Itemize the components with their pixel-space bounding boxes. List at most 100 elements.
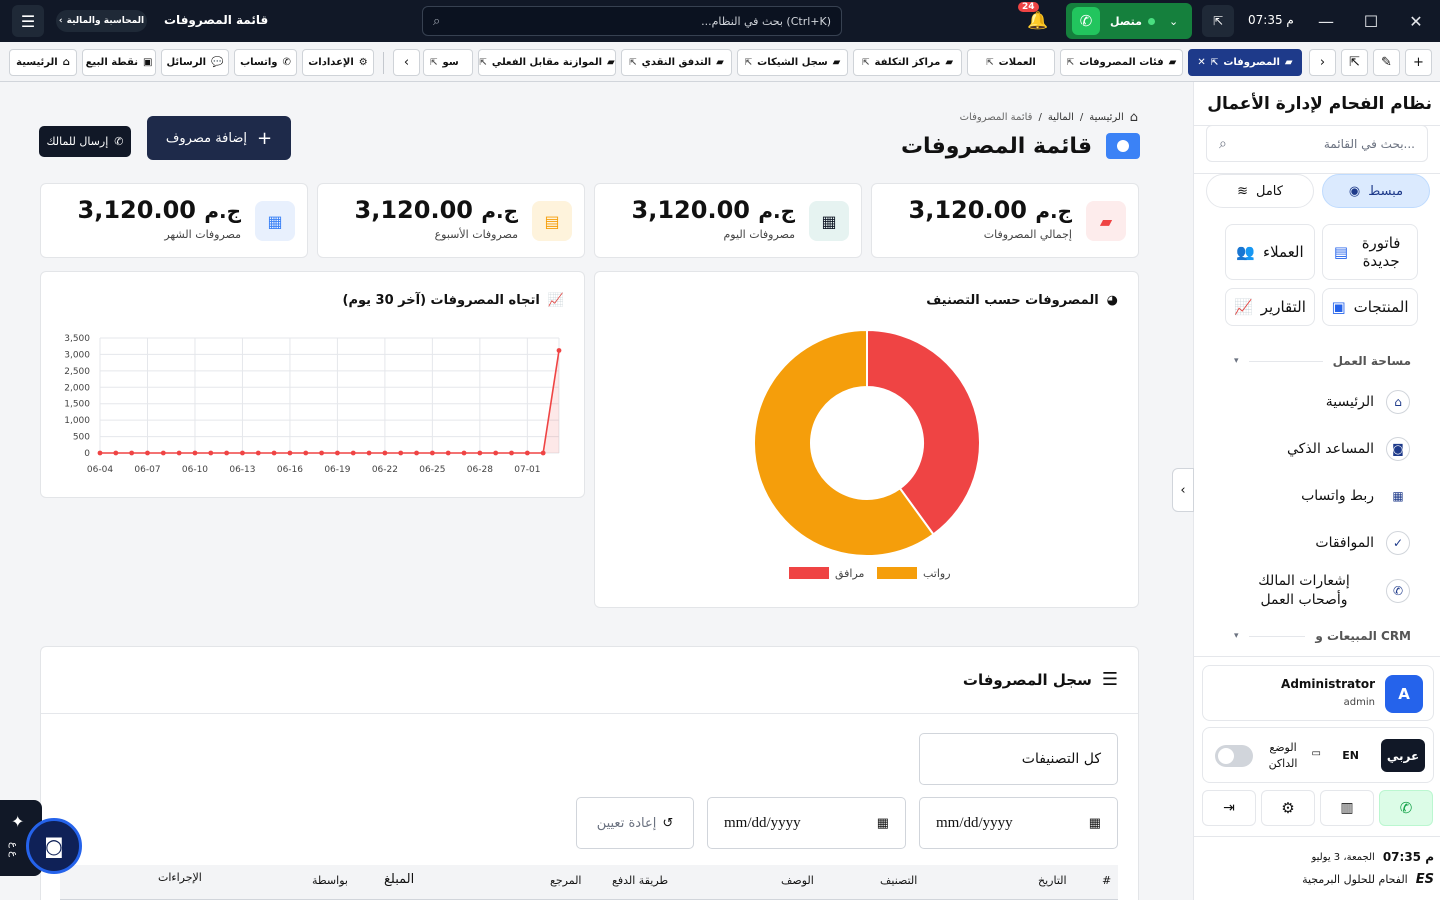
logout-button[interactable]: ⇥ (1202, 790, 1256, 826)
divider (383, 52, 384, 74)
popout-button[interactable]: ⇱ (1341, 49, 1368, 76)
section-pill[interactable]: ‹ المحاسبة والمالية (56, 10, 147, 32)
wallet-icon: ▰ (945, 57, 954, 68)
x-tick-label: 06-28 (467, 465, 493, 475)
legend-swatch (789, 567, 829, 579)
avatar: A (1385, 675, 1423, 713)
tabs-scroll-right[interactable]: › (1309, 49, 1336, 76)
tab-cash-flow[interactable]: ⇱ التدفق النقدي ▰ (621, 49, 732, 76)
brush-button[interactable]: ✎ (1373, 49, 1400, 76)
data-point (287, 450, 293, 456)
sidebar-item-approvals[interactable]: الموافقات ✓ (1315, 531, 1410, 555)
quick-customers[interactable]: 👥 العملاء (1225, 224, 1315, 280)
mode-full-button[interactable]: ≋ كامل (1206, 174, 1314, 208)
sidebar-item-home[interactable]: الرئيسية ⌂ (1326, 390, 1410, 414)
whatsapp-status[interactable]: ✆ متصل ⌄ (1066, 3, 1192, 39)
shortcut-messages[interactable]: الرسائل 💬 (161, 49, 229, 76)
y-tick-label: 2,000 (64, 383, 90, 393)
shortcut-home[interactable]: الرئيسية ⌂ (9, 49, 77, 76)
home-icon: ⌂ (1386, 390, 1410, 414)
category-filter-value: كل التصنيفات (1021, 751, 1101, 767)
column-header: الوصف (781, 874, 814, 887)
breadcrumb-home[interactable]: الرئيسية (1089, 112, 1123, 123)
tab-label: سو (442, 57, 459, 68)
dark-mode-toggle[interactable] (1215, 745, 1253, 767)
chart-icon: 📈 (1234, 298, 1253, 316)
tabs-scroll-left[interactable]: ‹ (393, 49, 420, 76)
stat-value: 3,120.00 ج.م (909, 196, 1072, 224)
sales-section-header[interactable]: ▾ المبيعات و CRM (1234, 629, 1411, 643)
external-link-icon: ⇱ (479, 57, 487, 68)
lang-english-button[interactable]: EN (1342, 749, 1359, 762)
quick-products[interactable]: ▣ المنتجات (1322, 288, 1418, 326)
menu-search-input[interactable]: ⌕ بحث في القائمة... (1206, 125, 1428, 162)
close-icon: ✕ (1197, 57, 1206, 68)
stat-number: 3,120.00 (77, 196, 196, 224)
user-role: admin (1343, 697, 1375, 708)
data-point (382, 450, 388, 456)
undo-icon: ↺ (662, 815, 674, 831)
tab-expenses[interactable]: ✕ ⇱ المصروفات ▰ (1188, 49, 1302, 76)
global-search-input[interactable]: ⌕ ...بحث في النظام (Ctrl+K) (422, 6, 842, 36)
reset-filters-button[interactable]: إعادة تعيين ↺ (576, 797, 694, 849)
settings-button[interactable]: ⚙ (1261, 790, 1315, 826)
add-expense-button[interactable]: إضافة مصروف + (147, 116, 291, 160)
tab-cost-centers[interactable]: ⇱ مراكز التكلفة ▰ (853, 49, 962, 76)
send-to-owner-button[interactable]: إرسال للمالك ✆ (39, 126, 131, 157)
mode-simple-button[interactable]: ◉ مبسط (1322, 174, 1430, 208)
whatsapp-button[interactable]: ✆ (1379, 790, 1433, 826)
sidebar-item-owner-notifications[interactable]: إشعارات المالك وأصحاب العمل ✆ (1234, 572, 1410, 610)
category-filter-select[interactable]: كل التصنيفات (919, 733, 1118, 785)
data-point (366, 450, 372, 456)
money-icon (1106, 133, 1140, 159)
sidebar-item-whatsapp-link[interactable]: ربط واتساب ▦ (1301, 484, 1410, 508)
stats-button[interactable]: ▥ (1320, 790, 1374, 826)
box-icon: ▣ (1331, 298, 1346, 316)
sparkle-icon: ✦ (11, 812, 25, 831)
battery-icon: ▭ (1311, 748, 1321, 759)
external-link-icon: ⇱ (1210, 57, 1219, 68)
stat-value: 3,120.00 ج.م (632, 196, 795, 224)
sidebar-collapse-button[interactable]: ‹ (1172, 468, 1194, 512)
ai-tab-label: ع ع (8, 842, 19, 858)
x-tick-label: 06-10 (182, 465, 208, 475)
shortcut-whatsapp[interactable]: واتساب ✆ (234, 49, 297, 76)
close-icon: ✕ (1409, 11, 1423, 31)
tab-currencies[interactable]: ⇱ العملات (967, 49, 1055, 76)
notifications-button[interactable]: 🔔 24 (1018, 2, 1054, 37)
table-header (60, 865, 1118, 900)
toggle-knob (1218, 748, 1234, 764)
menu-button[interactable]: ☰ (12, 5, 44, 37)
menu-search-placeholder: بحث في القائمة... (1323, 136, 1415, 151)
user-card[interactable]: A Administrator admin (1202, 665, 1434, 721)
breadcrumb-finance[interactable]: المالية (1048, 112, 1074, 123)
data-point (319, 450, 324, 456)
tab-truncated[interactable]: ⇱ سو (423, 49, 473, 76)
sidebar-item-assistant[interactable]: المساعد الذكي ◙ (1287, 437, 1410, 461)
open-external-button[interactable]: ⇱ (1202, 5, 1234, 37)
new-tab-button[interactable]: + (1405, 49, 1432, 76)
close-window-button[interactable]: ✕ (1398, 0, 1434, 42)
whatsapp-icon: ✆ (1386, 579, 1410, 603)
workspace-section-header[interactable]: ▾ مساحة العمل (1234, 354, 1411, 368)
hamburger-icon: ☰ (20, 11, 36, 31)
date-from-input[interactable]: mm/dd/yyyy ▦ (707, 797, 906, 849)
lang-arabic-button[interactable]: عربي (1381, 739, 1425, 772)
tab-budget-vs-actual[interactable]: ⇱ الموازنة مقابل الفعلي ▰ (478, 49, 616, 76)
data-point (145, 450, 150, 456)
external-link-icon: ⇱ (629, 57, 637, 68)
tab-check-log[interactable]: ⇱ سجل الشيكات ▰ (737, 49, 848, 76)
tab-label: المصروفات (1223, 57, 1280, 68)
date-to-input[interactable]: mm/dd/yyyy ▦ (919, 797, 1118, 849)
company-footer: الفحام للحلول البرمجية ES (1302, 872, 1434, 887)
shortcut-settings[interactable]: الإعدادات ⚙ (302, 49, 374, 76)
tab-expense-categories[interactable]: ⇱ فئات المصروفات ▰ (1060, 49, 1183, 76)
maximize-window-button[interactable]: ☐ (1353, 0, 1389, 42)
minimize-window-button[interactable]: — (1308, 0, 1344, 42)
shortcut-pos[interactable]: نقطة البيع ▣ (82, 49, 156, 76)
quick-reports[interactable]: 📈 التقارير (1225, 288, 1315, 326)
data-point (477, 450, 483, 456)
quick-new-invoice[interactable]: ▤ فاتورة جديدة (1322, 224, 1418, 280)
ai-assistant-button[interactable]: ◙ (26, 818, 82, 874)
data-point (493, 450, 499, 456)
